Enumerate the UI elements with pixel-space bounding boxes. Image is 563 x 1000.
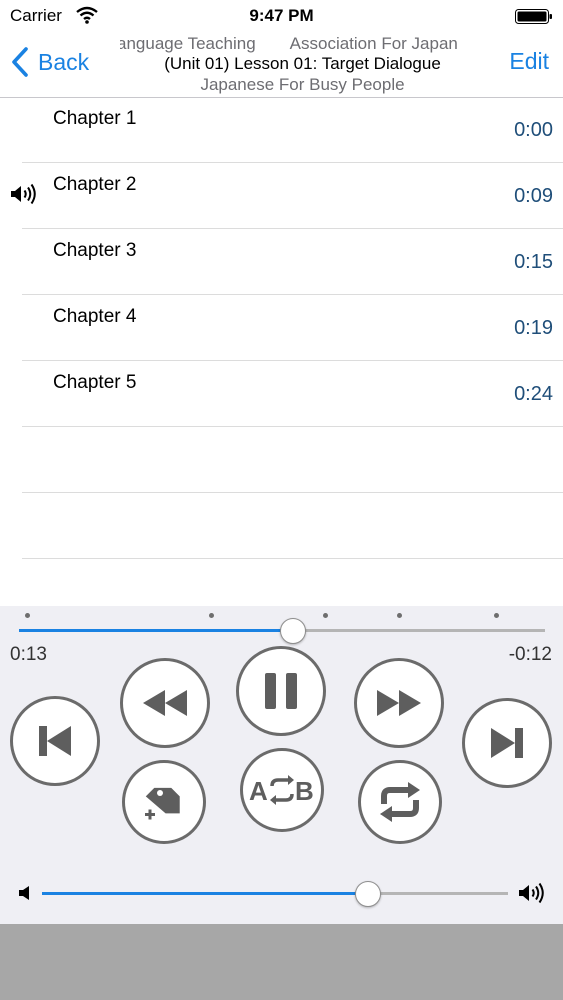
remaining-time: -0:12 [508, 644, 552, 665]
chapter-time: 0:15 [514, 251, 553, 273]
chapter-time: 0:19 [514, 317, 553, 339]
volume-slider[interactable] [42, 892, 508, 895]
chapter-row-2[interactable]: Chapter 2 0:09 [11, 163, 563, 229]
chapter-label: Chapter 4 [53, 306, 137, 327]
volume-fill [42, 892, 369, 895]
player-panel: 0:13 -0:12 A B [0, 606, 563, 924]
bottom-bar [0, 924, 563, 1000]
skip-previous-button[interactable] [10, 696, 100, 786]
chapter-label: Chapter 3 [53, 240, 137, 261]
edit-button[interactable]: Edit [509, 48, 549, 75]
chapter-marker [25, 613, 30, 618]
rewind-icon [143, 690, 187, 716]
skip-next-button[interactable] [462, 698, 552, 788]
svg-text:A: A [249, 776, 268, 806]
elapsed-time: 0:13 [10, 644, 47, 665]
pause-icon [265, 673, 297, 709]
chapter-row-5[interactable]: Chapter 5 0:24 [22, 361, 563, 427]
chapter-label: Chapter 5 [53, 372, 137, 393]
rewind-button[interactable] [120, 658, 210, 748]
chapter-row-3[interactable]: Chapter 3 0:15 [22, 229, 563, 295]
volume-high-icon [519, 882, 544, 904]
back-button[interactable]: Back [10, 44, 89, 80]
chapter-row-4[interactable]: Chapter 4 0:19 [22, 295, 563, 361]
empty-row [22, 427, 563, 493]
ab-repeat-button[interactable]: A B [240, 748, 324, 832]
chapter-marker [494, 613, 499, 618]
title-album: Japanese For Busy People [200, 75, 405, 94]
speaker-icon [11, 183, 36, 205]
nav-title: anguage Teaching Association For Japan (U… [120, 32, 485, 97]
back-label: Back [38, 48, 90, 75]
chapter-marker [323, 613, 328, 618]
fast-forward-button[interactable] [354, 658, 444, 748]
ab-repeat-icon: A B [249, 775, 314, 806]
battery-icon [515, 9, 552, 24]
chapter-marker [397, 613, 402, 618]
chapter-label: Chapter 1 [53, 108, 137, 129]
skip-previous-icon [39, 726, 71, 756]
repeat-button[interactable] [358, 760, 442, 844]
chapter-time: 0:24 [514, 383, 553, 405]
status-bar: Carrier 9:47 PM [0, 0, 563, 32]
title-track: (Unit 01) Lesson 01: Target Dialogue [164, 54, 441, 73]
progress-knob[interactable] [279, 618, 306, 644]
chevron-left-icon [12, 47, 28, 77]
chapter-time: 0:09 [514, 185, 553, 207]
navigation-bar: Back anguage Teaching Association For Jap… [0, 32, 563, 98]
add-tag-icon [145, 787, 180, 820]
empty-row [22, 493, 563, 559]
volume-knob[interactable] [355, 881, 382, 907]
pause-button[interactable] [236, 646, 326, 736]
title-artist-part1: anguage Teaching [120, 34, 256, 53]
chapter-list: Chapter 1 0:00 Chapter 2 0:09 Chapter 3 … [0, 97, 563, 606]
volume-low-icon [19, 886, 29, 900]
svg-text:B: B [295, 776, 314, 806]
add-bookmark-button[interactable] [122, 760, 206, 844]
chapter-row-1[interactable]: Chapter 1 0:00 [22, 97, 563, 163]
fast-forward-icon [377, 690, 421, 716]
title-artist: anguage Teaching Association For Japan [120, 34, 458, 54]
clock: 9:47 PM [249, 6, 314, 25]
title-artist-part2: Association For Japan [289, 34, 458, 53]
chapter-marker [209, 613, 214, 618]
skip-next-icon [491, 728, 523, 758]
chapter-time: 0:00 [514, 119, 553, 141]
chapter-label: Chapter 2 [53, 174, 137, 195]
repeat-icon [380, 782, 420, 822]
progress-fill [19, 629, 293, 632]
